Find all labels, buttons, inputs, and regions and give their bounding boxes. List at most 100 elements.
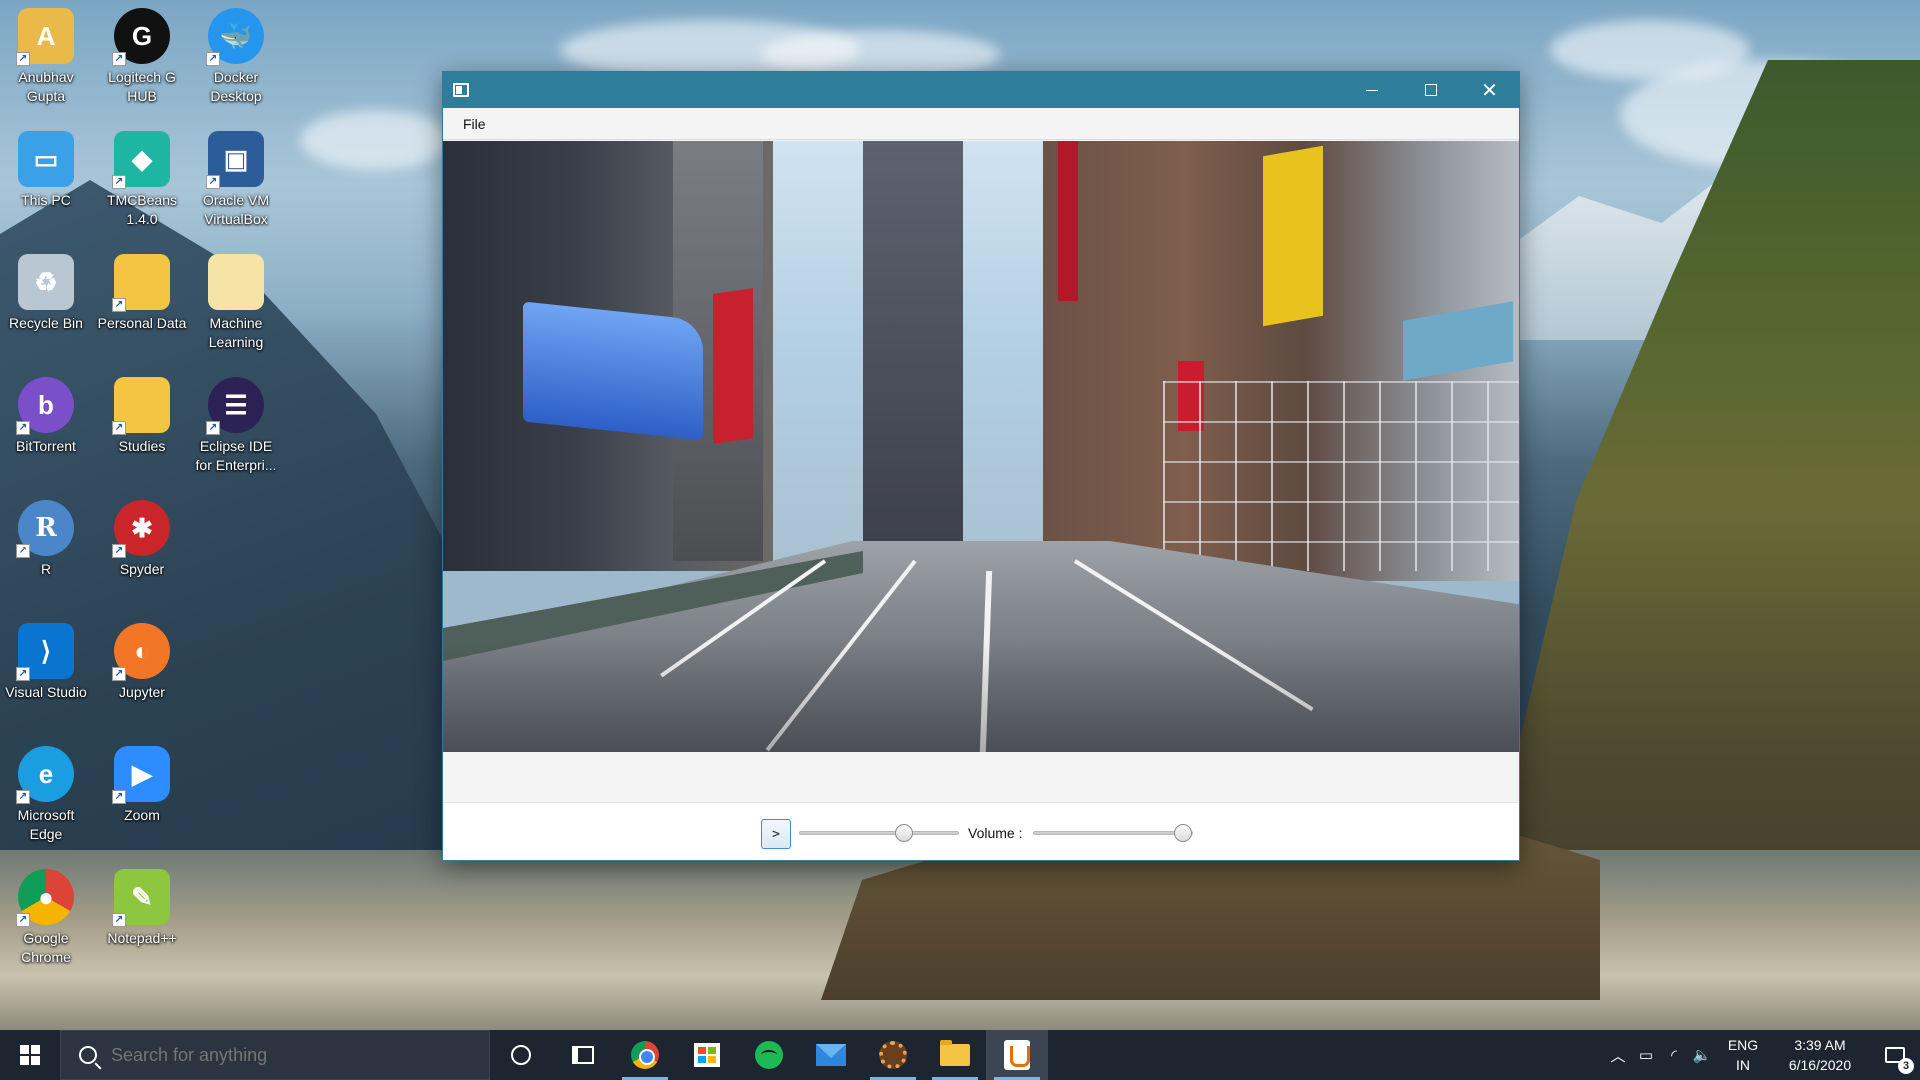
system-tray: ︿ ▭ ◜ 🔈 ENG IN 3:39 AM 6/16/2020 3 xyxy=(1604,1030,1920,1080)
taskbar-settings-app[interactable] xyxy=(862,1030,924,1080)
close-icon: ✕ xyxy=(1481,78,1498,102)
close-button[interactable]: ✕ xyxy=(1460,72,1519,108)
playback-controls: > Volume : xyxy=(443,802,1519,860)
desktop-icon-jupyter[interactable]: ◐ ↗ Jupyter xyxy=(96,615,188,733)
taskbar-task-view[interactable] xyxy=(552,1030,614,1080)
minimize-icon xyxy=(1365,89,1378,91)
desktop-icon-virtualbox[interactable]: ▣ ↗ Oracle VM VirtualBox xyxy=(190,123,282,241)
desktop-icon-spyder[interactable]: ✱ ↗ Spyder xyxy=(96,492,188,610)
tmcbeans-icon: ◆ ↗ xyxy=(112,131,170,189)
wifi-icon: ◜ xyxy=(1671,1046,1677,1064)
seek-slider[interactable] xyxy=(799,824,959,842)
search-icon xyxy=(79,1046,97,1064)
chrome-icon xyxy=(631,1041,659,1069)
media-player-window: ✕ File > Volume : xyxy=(442,71,1520,861)
show-hidden-icons-button[interactable]: ︿ xyxy=(1604,1030,1632,1080)
windows-logo-icon xyxy=(20,1045,40,1065)
language-indicator[interactable]: ENG IN xyxy=(1716,1035,1770,1075)
maximize-button[interactable] xyxy=(1401,72,1460,108)
file-icon xyxy=(208,254,264,310)
desktop-icon-eclipse[interactable]: ☰ ↗ Eclipse IDE for Enterpri... xyxy=(190,369,282,487)
notification-count: 3 xyxy=(1898,1058,1914,1074)
desktop-icon-recycle-bin[interactable]: ♻ Recycle Bin xyxy=(0,246,92,364)
mail-icon xyxy=(816,1044,846,1066)
eclipse-icon: ☰ ↗ xyxy=(206,377,264,435)
taskbar-chrome[interactable] xyxy=(614,1030,676,1080)
desktop-icon-notepadpp[interactable]: ✎ ↗ Notepad++ xyxy=(96,861,188,979)
speaker-icon: 🔈 xyxy=(1692,1046,1712,1064)
volume-button[interactable]: 🔈 xyxy=(1688,1030,1716,1080)
recycle-bin-icon: ♻ xyxy=(18,254,74,310)
taskbar-java-app[interactable] xyxy=(986,1030,1048,1080)
battery-button[interactable]: ▭ xyxy=(1632,1030,1660,1080)
chevron-up-icon: ︿ xyxy=(1610,1046,1626,1065)
clock-time: 3:39 AM xyxy=(1794,1037,1846,1053)
desktop-icon-tmcbeans[interactable]: ◆ ↗ TMCBeans 1.4.0 xyxy=(96,123,188,241)
desktop-icon-personal-data[interactable]: ↗ Personal Data xyxy=(96,246,188,364)
maximize-icon xyxy=(1424,84,1437,96)
taskbar-store[interactable] xyxy=(676,1030,738,1080)
cortana-icon xyxy=(511,1045,531,1065)
user-folder-icon: A ↗ xyxy=(16,8,74,66)
logitech-icon: G ↗ xyxy=(112,8,170,66)
desktop-icon-studies[interactable]: ↗ Studies xyxy=(96,369,188,487)
taskbar-search-input[interactable] xyxy=(111,1044,471,1066)
microsoft-store-icon xyxy=(694,1043,720,1067)
clock[interactable]: 3:39 AM 6/16/2020 xyxy=(1770,1035,1870,1075)
clock-date: 6/16/2020 xyxy=(1788,1057,1852,1073)
seek-slider-thumb[interactable] xyxy=(895,824,913,842)
taskbar-mail[interactable] xyxy=(800,1030,862,1080)
video-footer-panel xyxy=(443,752,1519,802)
region-code: IN xyxy=(1736,1057,1750,1073)
desktop-icon-docker-desktop[interactable]: 🐳 ↗ Docker Desktop xyxy=(190,0,282,118)
java-app-icon xyxy=(1004,1040,1030,1070)
window-titlebar[interactable]: ✕ xyxy=(443,72,1519,108)
zoom-icon: ▶ ↗ xyxy=(112,746,170,804)
minimize-button[interactable] xyxy=(1342,72,1401,108)
edge-icon: e ↗ xyxy=(16,746,74,804)
jupyter-icon: ◐ ↗ xyxy=(112,623,170,681)
spyder-icon: ✱ ↗ xyxy=(112,500,170,558)
desktop-icon-microsoft-edge[interactable]: e ↗ Microsoft Edge xyxy=(0,738,92,856)
desktop-icon-logitech-g-hub[interactable]: G ↗ Logitech G HUB xyxy=(96,0,188,118)
action-center-button[interactable]: 3 xyxy=(1870,1030,1920,1080)
wifi-button[interactable]: ◜ xyxy=(1660,1030,1688,1080)
desktop-icons: A ↗ Anubhav Gupta G ↗ Logitech G HUB 🐳 ↗ Do… xyxy=(0,0,290,1030)
desktop-icon-machine-learning[interactable]: Machine Learning xyxy=(190,246,282,364)
app-window-icon xyxy=(453,83,469,97)
folder-icon: ↗ xyxy=(112,254,170,312)
battery-icon: ▭ xyxy=(1638,1046,1654,1064)
desktop-icon-this-pc[interactable]: ▭ This PC xyxy=(0,123,92,241)
visual-studio-icon: ⟩ ↗ xyxy=(16,623,74,681)
virtualbox-icon: ▣ ↗ xyxy=(206,131,264,189)
taskbar-file-explorer[interactable] xyxy=(924,1030,986,1080)
desktop-icon-anubhav-gupta[interactable]: A ↗ Anubhav Gupta xyxy=(0,0,92,118)
file-explorer-icon xyxy=(940,1040,970,1066)
taskbar-search[interactable] xyxy=(60,1030,490,1080)
video-view[interactable] xyxy=(443,141,1519,752)
folder-icon: ↗ xyxy=(112,377,170,435)
computer-icon: ▭ xyxy=(18,131,74,187)
desktop-icon-google-chrome[interactable]: ● ↗ Google Chrome xyxy=(0,861,92,979)
window-controls: ✕ xyxy=(1342,72,1519,108)
volume-slider[interactable] xyxy=(1033,824,1193,842)
start-button[interactable] xyxy=(0,1030,60,1080)
chrome-icon: ● ↗ xyxy=(16,869,74,927)
taskbar: ︿ ▭ ◜ 🔈 ENG IN 3:39 AM 6/16/2020 3 xyxy=(0,1030,1920,1080)
bittorrent-icon: b ↗ xyxy=(16,377,74,435)
volume-label: Volume : xyxy=(968,825,1023,841)
desktop-icon-zoom[interactable]: ▶ ↗ Zoom xyxy=(96,738,188,856)
taskbar-spotify[interactable] xyxy=(738,1030,800,1080)
menu-file[interactable]: File xyxy=(463,116,486,132)
desktop-icon-bittorrent[interactable]: b ↗ BitTorrent xyxy=(0,369,92,487)
volume-slider-thumb[interactable] xyxy=(1174,824,1192,842)
taskbar-cortana[interactable] xyxy=(490,1030,552,1080)
spotify-icon xyxy=(755,1041,783,1069)
task-view-icon xyxy=(572,1046,594,1064)
language-code: ENG xyxy=(1727,1037,1759,1053)
settings-app-icon xyxy=(879,1041,907,1069)
desktop-icon-visual-studio[interactable]: ⟩ ↗ Visual Studio xyxy=(0,615,92,733)
desktop-icon-r[interactable]: R ↗ R xyxy=(0,492,92,610)
play-button[interactable]: > xyxy=(761,819,791,849)
notepadpp-icon: ✎ ↗ xyxy=(112,869,170,927)
